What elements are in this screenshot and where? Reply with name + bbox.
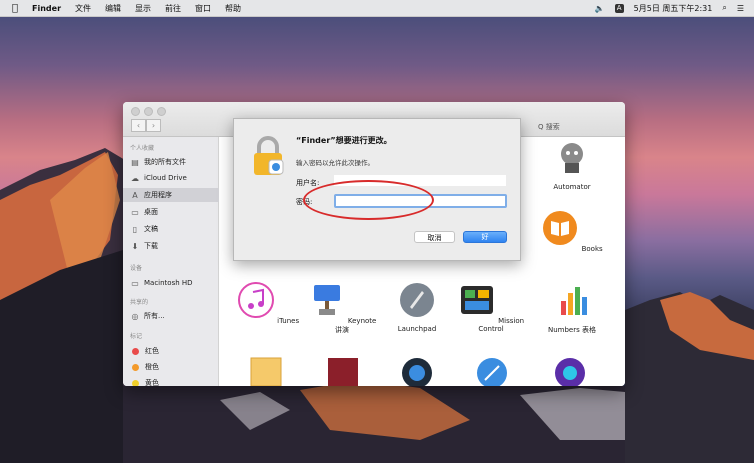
sidebar-item-applications[interactable]: A 应用程序	[123, 188, 222, 202]
sidebar-item-shared-all[interactable]: ◎ 所有...	[130, 309, 215, 323]
launchpad-rocket-icon	[400, 283, 434, 317]
forward-button[interactable]: ›	[146, 119, 161, 132]
menu-edit[interactable]: 编辑	[105, 3, 121, 14]
status-area: 🔈 A 5月5日 周五下午2:31 ⌕ ☰	[595, 0, 744, 16]
menu-finder[interactable]: Finder	[32, 4, 61, 13]
sidebar-item-label: 文稿	[144, 225, 158, 233]
partial-quicktime-icon	[402, 358, 432, 386]
applications-icon: A	[132, 190, 138, 200]
sidebar-item-tag-yellow[interactable]: 黄色	[130, 376, 215, 386]
sidebar-item-label: 桌面	[144, 208, 158, 216]
minimize-window-button[interactable]	[144, 107, 153, 116]
automator-robot-icon	[561, 143, 583, 173]
dialog-title: “Finder”想要进行更改。	[296, 136, 392, 145]
sidebar-section-favorites: 个人收藏	[130, 145, 155, 152]
app-label: Books	[581, 245, 603, 253]
app-books[interactable]: Books	[537, 209, 607, 253]
window-controls	[131, 107, 166, 116]
dialog-message: 输入密码以允许此次操作。	[296, 159, 374, 167]
username-label: 用户名:	[296, 179, 320, 187]
menu-window[interactable]: 窗口	[195, 3, 211, 14]
partial-app-icon	[250, 357, 282, 386]
app-launchpad[interactable]: Launchpad	[382, 281, 452, 333]
app-numbers[interactable]: Numbers 表格	[537, 281, 607, 335]
partial-siri-icon	[555, 358, 585, 386]
sidebar-section-shared: 共享的	[130, 299, 149, 306]
books-icon	[543, 211, 578, 245]
lock-icon	[254, 136, 284, 175]
finder-sidebar: 个人收藏 ▤ 我的所有文件 ☁ iCloud Drive A 应用程序 ▭ 桌面…	[123, 137, 222, 386]
sidebar-item-label: 橙色	[145, 363, 159, 371]
sidebar-section-tags: 标记	[130, 333, 143, 340]
menu-go[interactable]: 前往	[165, 3, 181, 14]
nav-buttons: ‹ ›	[131, 119, 161, 132]
sidebar-item-tag-red[interactable]: 红色	[130, 344, 215, 358]
app-label: Mission Control	[478, 317, 525, 333]
sidebar-item-label: 下载	[144, 242, 158, 250]
volume-icon[interactable]: 🔈	[595, 4, 605, 13]
document-icon: ▯	[132, 224, 138, 234]
keynote-podium-icon	[313, 285, 340, 315]
menu-help[interactable]: 帮助	[225, 3, 241, 14]
sidebar-item-label: 所有...	[144, 312, 165, 320]
sidebar-item-downloads[interactable]: ⬇ 下载	[130, 239, 215, 253]
menu-bar:  Finder 文件 编辑 显示 前往 窗口 帮助 🔈 A 5月5日 周五下午…	[0, 0, 754, 17]
numbers-chart-icon	[561, 287, 587, 315]
sidebar-item-documents[interactable]: ▯ 文稿	[130, 222, 215, 236]
auth-dialog: “Finder”想要进行更改。 输入密码以允许此次操作。 用户名: 密码: 取消…	[233, 118, 521, 261]
menu-file[interactable]: 文件	[75, 3, 91, 14]
desktop-icon: ▭	[131, 207, 139, 217]
sidebar-item-label: Macintosh HD	[144, 279, 193, 287]
back-button[interactable]: ‹	[131, 119, 146, 132]
sidebar-item-label: 黄色	[145, 379, 159, 386]
app-label: Launchpad	[397, 325, 437, 333]
ok-button[interactable]: 好	[463, 231, 507, 243]
zoom-window-button[interactable]	[157, 107, 166, 116]
toolbar-search-field[interactable]: Q 搜索	[538, 122, 560, 132]
sidebar-item-label: 红色	[145, 347, 159, 355]
menu-view[interactable]: 显示	[135, 3, 151, 14]
partial-photo-booth-icon	[328, 358, 358, 386]
app-label: Keynote 讲演	[335, 317, 377, 334]
yellow-tag-dot-icon	[132, 379, 139, 386]
app-label: Automator	[553, 183, 591, 191]
spotlight-search-icon[interactable]: ⌕	[722, 3, 726, 13]
app-automator[interactable]: Automator	[537, 139, 607, 191]
input-source-icon[interactable]: A	[614, 3, 624, 13]
sidebar-item-label: iCloud Drive	[144, 174, 187, 182]
sidebar-item-all-files[interactable]: ▤ 我的所有文件	[130, 155, 215, 169]
download-icon: ⬇	[131, 241, 139, 251]
red-highlight-annotation	[303, 180, 434, 220]
app-keynote[interactable]: Keynote 讲演	[307, 281, 377, 335]
network-icon: ◎	[131, 311, 139, 321]
hard-drive-icon: ▭	[131, 278, 139, 288]
clock[interactable]: 5月5日 周五下午2:31	[634, 3, 713, 14]
sidebar-item-icloud-drive[interactable]: ☁ iCloud Drive	[130, 171, 215, 185]
sidebar-item-label: 我的所有文件	[144, 158, 186, 166]
close-window-button[interactable]	[131, 107, 140, 116]
apple-icon[interactable]: 	[12, 3, 18, 14]
all-files-icon: ▤	[131, 157, 139, 167]
sidebar-item-macintosh-hd[interactable]: ▭ Macintosh HD	[130, 276, 215, 290]
sidebar-item-tag-orange[interactable]: 橙色	[130, 360, 215, 374]
mission-control-icon	[460, 286, 493, 314]
cloud-icon: ☁	[131, 173, 139, 183]
cancel-button[interactable]: 取消	[414, 231, 455, 243]
sidebar-item-label: 应用程序	[144, 191, 172, 199]
sidebar-section-devices: 设备	[130, 265, 143, 272]
app-label: iTunes	[277, 317, 300, 325]
sidebar-item-desktop[interactable]: ▭ 桌面	[130, 205, 215, 219]
app-itunes[interactable]: iTunes	[233, 281, 303, 325]
app-label: Numbers 表格	[548, 326, 596, 334]
red-tag-dot-icon	[132, 347, 139, 355]
itunes-music-note-icon	[237, 282, 274, 318]
app-mission-control[interactable]: Mission Control	[456, 281, 526, 333]
partial-safari-compass-icon	[477, 358, 507, 386]
orange-tag-dot-icon	[132, 363, 139, 371]
notification-center-icon[interactable]: ☰	[737, 4, 744, 13]
